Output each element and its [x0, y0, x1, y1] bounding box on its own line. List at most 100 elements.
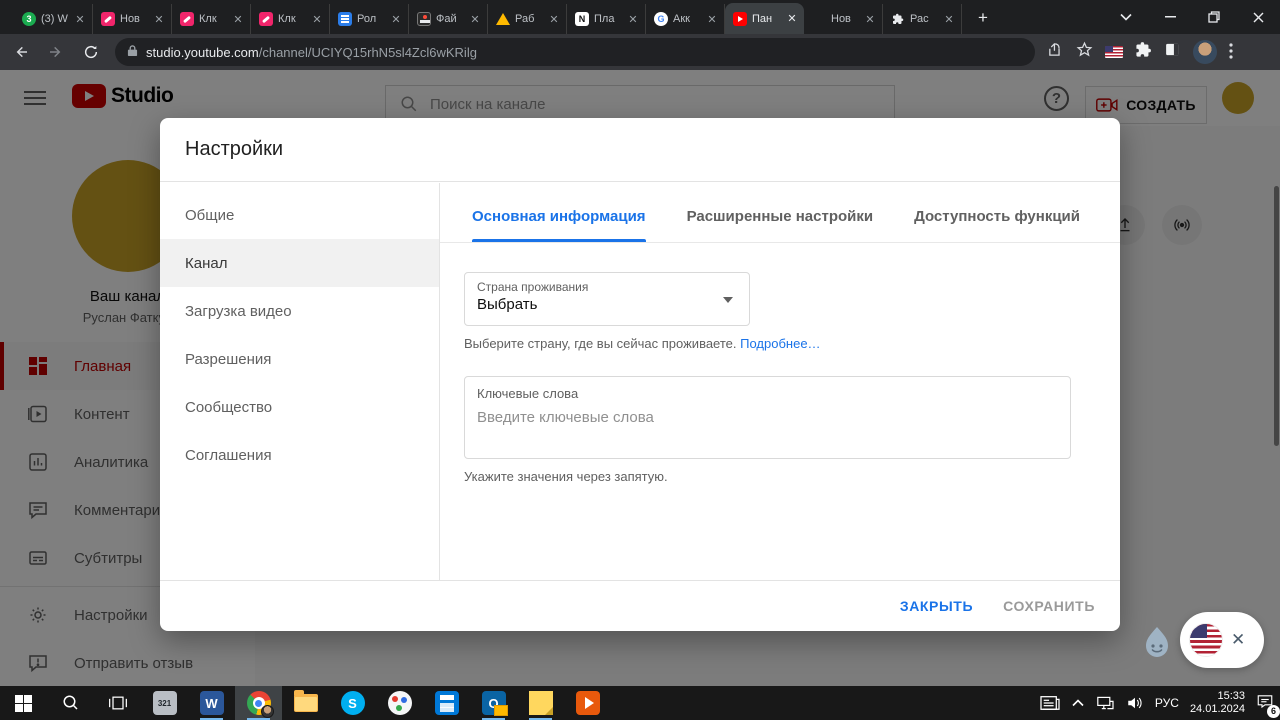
- back-button[interactable]: [7, 38, 35, 66]
- settings-nav-channel[interactable]: Канал: [160, 239, 439, 287]
- taskbar-chrome[interactable]: [235, 686, 282, 720]
- task-view-button[interactable]: [94, 686, 141, 720]
- taskbar-paint[interactable]: [376, 686, 423, 720]
- tray-chevron-up-icon[interactable]: [1072, 699, 1084, 707]
- close-button[interactable]: ЗАКРЫТЬ: [900, 598, 973, 614]
- taskbar-outlook[interactable]: O: [470, 686, 517, 720]
- learn-more-link[interactable]: Подробнее…: [740, 336, 820, 351]
- desktop-screen: 3 (3) W ✕ Нов ✕ Клк ✕ Клк ✕ Рол: [0, 0, 1280, 720]
- clock[interactable]: 15:33 24.01.2024: [1190, 690, 1245, 716]
- share-icon[interactable]: [1047, 41, 1064, 63]
- tab-close-icon[interactable]: ✕: [232, 13, 244, 26]
- window-minimize-button[interactable]: [1148, 0, 1192, 34]
- extensions-puzzle-icon[interactable]: [1135, 41, 1152, 63]
- side-panel-icon[interactable]: [1164, 41, 1181, 63]
- settings-nav-permissions[interactable]: Разрешения: [160, 335, 439, 383]
- browser-tab-extensions[interactable]: Рас ✕: [883, 4, 962, 34]
- window-close-button[interactable]: [1236, 0, 1280, 34]
- dialog-footer: ЗАКРЫТЬ СОХРАНИТЬ: [160, 580, 1120, 631]
- browser-tab-notion[interactable]: N Пла ✕: [567, 4, 646, 34]
- pink-app-icon: [259, 12, 273, 26]
- vpn-close-icon[interactable]: ✕: [1231, 630, 1245, 650]
- docs-icon: [338, 12, 352, 26]
- microsoft-icon: [812, 12, 826, 26]
- keywords-input[interactable]: [477, 409, 1058, 453]
- search-icon: [62, 694, 80, 712]
- browser-menu-icon[interactable]: [1229, 43, 1233, 62]
- browser-tab-3[interactable]: Клк ✕: [172, 4, 251, 34]
- settings-nav-agreements[interactable]: Соглашения: [160, 431, 439, 479]
- volume-icon[interactable]: [1126, 695, 1144, 711]
- url-path: /channel/UCIYQ15rhN5sl4Zcl6wKRilg: [259, 45, 477, 60]
- bookmark-star-icon[interactable]: [1076, 41, 1093, 63]
- news-widget-icon[interactable]: [1039, 694, 1061, 712]
- taskbar-video-player[interactable]: [564, 686, 611, 720]
- forward-button[interactable]: [42, 38, 70, 66]
- settings-nav-upload-defaults[interactable]: Загрузка видео: [160, 287, 439, 335]
- browser-tab-google[interactable]: G Акк ✕: [646, 4, 725, 34]
- vpn-flag-extension-icon[interactable]: [1105, 46, 1123, 58]
- hola-flame-icon[interactable]: [1142, 626, 1172, 658]
- country-helper-text: Выберите страну, где вы сейчас проживает…: [464, 336, 821, 351]
- browser-tab-microsoft[interactable]: Нов ✕: [804, 4, 883, 34]
- tab-search-chevron-icon[interactable]: [1104, 0, 1148, 34]
- browser-profile-avatar[interactable]: [1193, 40, 1217, 64]
- language-indicator[interactable]: РУС: [1155, 696, 1179, 710]
- taskbar-word[interactable]: W: [188, 686, 235, 720]
- tab-close-icon[interactable]: ✕: [469, 13, 481, 26]
- tab-close-icon[interactable]: ✕: [627, 13, 639, 26]
- settings-nav-general[interactable]: Общие: [160, 191, 439, 239]
- tab-close-icon[interactable]: ✕: [864, 13, 876, 26]
- pink-app-icon: [101, 12, 115, 26]
- taskbar-skype[interactable]: S: [329, 686, 376, 720]
- tab-close-icon[interactable]: ✕: [706, 13, 718, 26]
- google-icon: G: [654, 12, 668, 26]
- taskbar-mpc-player[interactable]: 321: [141, 686, 188, 720]
- tab-close-icon[interactable]: ✕: [786, 12, 798, 25]
- tab-close-icon[interactable]: ✕: [943, 13, 955, 26]
- notification-badge: 6: [1267, 705, 1280, 718]
- browser-tab-4[interactable]: Клк ✕: [251, 4, 330, 34]
- lock-icon: [127, 44, 138, 60]
- address-bar[interactable]: studio.youtube.com/channel/UCIYQ15rhN5sl…: [115, 38, 1035, 66]
- window-restore-button[interactable]: [1192, 0, 1236, 34]
- settings-nav: Общие Канал Загрузка видео Разрешения Со…: [160, 183, 440, 580]
- action-center-button[interactable]: 6: [1256, 693, 1274, 714]
- taskbar-calculator[interactable]: [423, 686, 470, 720]
- tab-advanced-settings[interactable]: Расширенные настройки: [687, 208, 874, 242]
- taskbar-search-button[interactable]: [47, 686, 94, 720]
- browser-tab-strip: 3 (3) W ✕ Нов ✕ Клк ✕ Клк ✕ Рол: [0, 0, 1280, 34]
- vpn-country-pill[interactable]: ✕: [1180, 612, 1264, 668]
- whatsapp-icon: 3: [22, 12, 36, 26]
- taskbar-sticky-notes[interactable]: [517, 686, 564, 720]
- browser-tab-2[interactable]: Нов ✕: [93, 4, 172, 34]
- browser-tab-youtube-studio[interactable]: Пан ✕: [725, 3, 804, 34]
- settings-channel-panel: Основная информация Расширенные настройк…: [440, 183, 1120, 580]
- tab-close-icon[interactable]: ✕: [74, 13, 86, 26]
- network-icon[interactable]: [1095, 695, 1115, 711]
- settings-dialog: Настройки Общие Канал Загрузка видео Раз…: [160, 118, 1120, 631]
- calculator-icon: [435, 691, 459, 715]
- reload-button[interactable]: [77, 38, 105, 66]
- browser-tab-lavka[interactable]: Фай ✕: [409, 4, 488, 34]
- settings-nav-community[interactable]: Сообщество: [160, 383, 439, 431]
- youtube-icon: [733, 12, 747, 26]
- browser-tab-whatsapp[interactable]: 3 (3) W ✕: [14, 4, 93, 34]
- tab-basic-info[interactable]: Основная информация: [472, 208, 646, 242]
- tab-close-icon[interactable]: ✕: [153, 13, 165, 26]
- new-tab-button[interactable]: +: [970, 5, 996, 31]
- chrome-icon: [247, 691, 271, 715]
- taskbar-file-explorer[interactable]: [282, 686, 329, 720]
- folder-icon: [294, 694, 318, 712]
- start-button[interactable]: [0, 686, 47, 720]
- tab-close-icon[interactable]: ✕: [390, 13, 402, 26]
- tab-feature-eligibility[interactable]: Доступность функций: [914, 208, 1080, 242]
- save-button[interactable]: СОХРАНИТЬ: [1003, 598, 1095, 614]
- notion-icon: N: [575, 12, 589, 26]
- country-select[interactable]: Страна проживания Выбрать: [464, 272, 750, 326]
- browser-tab-drive[interactable]: Раб ✕: [488, 4, 567, 34]
- tab-close-icon[interactable]: ✕: [311, 13, 323, 26]
- tab-close-icon[interactable]: ✕: [548, 13, 560, 26]
- browser-tab-docs[interactable]: Рол ✕: [330, 4, 409, 34]
- drive-icon: [496, 12, 510, 26]
